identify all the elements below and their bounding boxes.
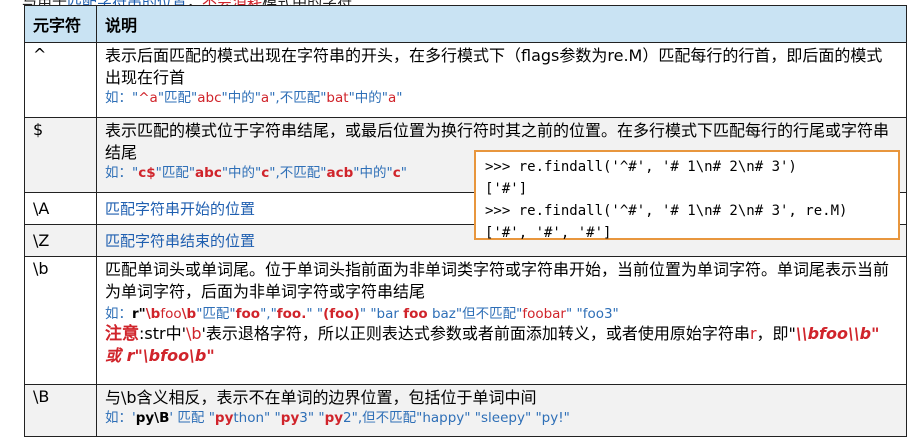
row-description: 匹配单词头或单词尾。位于单词头指前面为非单词类字符或字符串开始，当前位置为单词字… [105,260,890,301]
table-row: ^ 表示后面匹配的模式出现在字符串的开头，在多行模式下（flags参数为re.M… [24,42,907,118]
metachar-symbol: $ [24,117,97,193]
metachar-symbol: \b [24,256,97,385]
row-note: 注意:str中'\b'表示退格字符，所以正则表达式参数或者前面添加转义，或者使用… [105,324,880,365]
metachar-symbol: \Z [24,224,97,257]
row-content: 匹配单词头或单词尾。位于单词头指前面为非单词类字符或字符串开始，当前位置为单词字… [96,256,907,385]
metachar-symbol: \A [24,192,97,225]
table-row: \b 匹配单词头或单词尾。位于单词头指前面为非单词类字符或字符串开始，当前位置为… [24,256,907,385]
metachar-symbol: ^ [24,42,97,118]
code-output: ['#'] [485,181,528,197]
row-example: 如：'py\B' 匹配 "python" "py3" "py2",但不匹配"ha… [105,410,570,426]
metachar-symbol: \B [24,384,97,437]
code-output: ['#', '#', '#'] [485,225,612,241]
table-header-row: 元字符 说明 [24,5,907,43]
row-example: 如："^a"匹配"abc"中的"a",不匹配"bat"中的"a" [105,90,403,106]
row-content: 与\b含义相反，表示不在单词的边界位置，包括位于单词中间 如：'py\B' 匹配… [96,384,907,437]
row-description: 表示后面匹配的模式出现在字符串的开头，在多行模式下（flags参数为re.M）匹… [105,46,883,87]
code-example-box: >>> re.findall('^#', '# 1\n# 2\n# 3') ['#… [474,150,900,241]
header-metachar: 元字符 [24,5,97,43]
row-content: 表示后面匹配的模式出现在字符串的开头，在多行模式下（flags参数为re.M）匹… [96,42,907,118]
row-description: 与\b含义相反，表示不在单词的边界位置，包括位于单词中间 [105,388,537,407]
table-row: \B 与\b含义相反，表示不在单词的边界位置，包括位于单词中间 如：'py\B'… [24,384,907,437]
code-line: >>> re.findall('^#', '# 1\n# 2\n# 3', re… [485,203,848,219]
row-example: 如：r"\bfoo\b"匹配"foo","foo." "(foo)" "bar … [105,306,619,322]
header-description: 说明 [96,5,907,43]
code-line: >>> re.findall('^#', '# 1\n# 2\n# 3') [485,159,797,175]
